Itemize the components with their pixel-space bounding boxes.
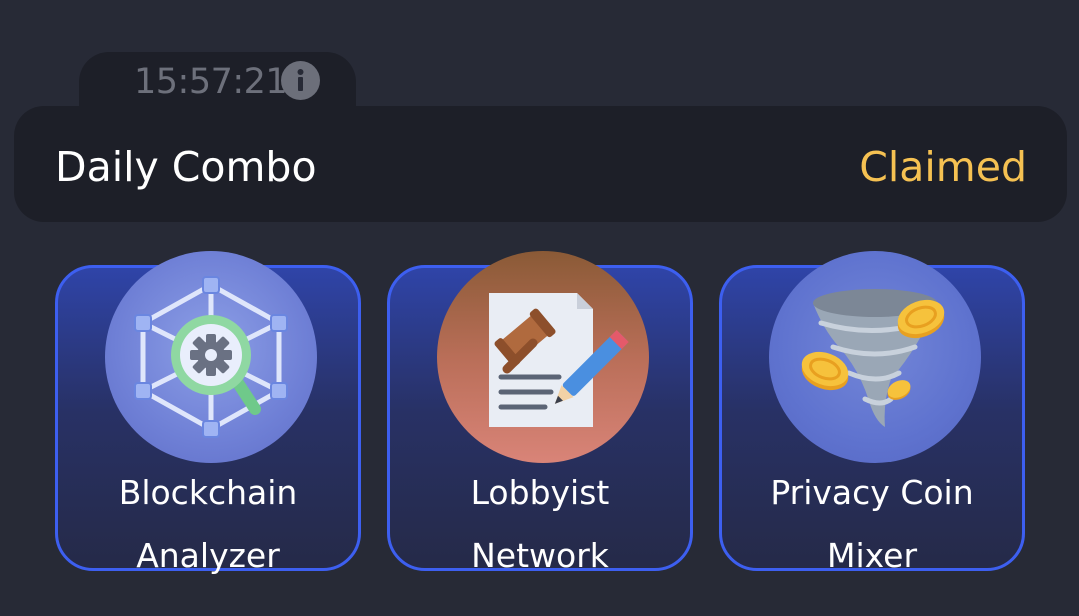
daily-combo-status: Claimed: [859, 143, 1027, 191]
card-title-line2: Network: [471, 536, 609, 575]
card-title-line2: Mixer: [826, 536, 918, 575]
countdown-timer: 15:57:21: [134, 62, 288, 102]
gavel-document-icon: [437, 251, 649, 463]
coin-tornado-icon: [769, 251, 981, 463]
card-title-line1: Privacy Coin: [770, 473, 974, 512]
combo-card-blockchain-analyzer[interactable]: Blockchain Analyzer: [55, 251, 361, 575]
card-title-line1: Lobbyist: [470, 473, 610, 512]
combo-card-privacy-coin-mixer[interactable]: Privacy Coin Mixer: [719, 251, 1025, 575]
card-title-line1: Blockchain: [118, 473, 298, 512]
info-icon[interactable]: [281, 61, 320, 100]
combo-card-lobbyist-network[interactable]: Lobbyist Network: [387, 251, 693, 575]
card-title-line2: Analyzer: [136, 536, 280, 575]
blockchain-analyzer-icon: [105, 251, 317, 463]
daily-combo-title: Daily Combo: [55, 143, 317, 191]
